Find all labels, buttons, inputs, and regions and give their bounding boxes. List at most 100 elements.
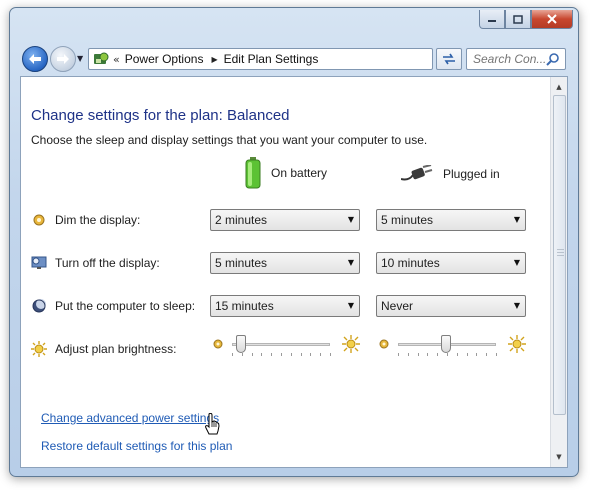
chevron-down-icon: ▼ [513, 215, 520, 224]
slider-tick [290, 353, 292, 356]
sleep-battery-select[interactable]: 15 minutes ▼ [210, 295, 360, 317]
hand-cursor-icon [205, 413, 220, 435]
slider-ticks [232, 353, 331, 356]
slider-tick [466, 353, 468, 356]
slider-ticks [398, 353, 497, 356]
slider-thumb[interactable] [235, 335, 246, 353]
search-icon[interactable] [546, 52, 560, 66]
page-title: Change settings for the plan: Balanced [31, 107, 290, 124]
turn-off-display-battery-value: 5 minutes [215, 256, 268, 270]
close-button[interactable] [531, 10, 573, 29]
dim-display-plugged-select[interactable]: 5 minutes ▼ [376, 209, 526, 231]
setting-row-turn-off-display: Turn off the display: [31, 251, 160, 275]
vertical-scrollbar[interactable]: ▲ ― ― ― ▼ [550, 77, 567, 467]
brightness-sun-icon [31, 341, 47, 357]
chevron-down-icon: ▼ [513, 258, 520, 267]
setting-row-brightness: Adjust plan brightness: [31, 337, 176, 361]
control-panel-icon [94, 52, 109, 64]
turn-off-display-plugged-select[interactable]: 10 minutes ▼ [376, 252, 526, 274]
recent-pages-dropdown[interactable]: ▼ [77, 54, 83, 63]
navigation-bar: ▼ « Power Options ▶ Edit Plan Settings [10, 44, 578, 74]
restore-defaults-link[interactable]: Restore default settings for this plan [41, 439, 232, 453]
breadcrumb-edit-plan[interactable]: Edit Plan Settings [224, 52, 319, 66]
sleep-moon-icon [31, 298, 47, 314]
address-bar[interactable]: « Power Options ▶ Edit Plan Settings [88, 48, 433, 70]
slider-tick [241, 353, 243, 356]
slider-tick [456, 353, 458, 356]
slider-tick [427, 353, 429, 356]
maximize-icon [513, 14, 523, 24]
slider-tick [300, 353, 302, 356]
arrow-left-icon [29, 54, 41, 64]
back-button[interactable] [22, 46, 48, 72]
slider-tick [261, 353, 263, 356]
slider-track[interactable] [232, 343, 330, 346]
slider-tick [271, 353, 273, 356]
control-panel-window: ▼ « Power Options ▶ Edit Plan Settings S… [9, 7, 579, 477]
slider-tick [486, 353, 488, 356]
content-pane: Change settings for the plan: Balanced C… [20, 76, 568, 468]
refresh-button[interactable] [436, 48, 462, 70]
minimize-icon [488, 20, 496, 22]
setting-row-dim-display: Dim the display: [31, 208, 140, 232]
brightness-label: Adjust plan brightness: [55, 342, 177, 356]
plugged-in-label: Plugged in [443, 167, 500, 181]
slider-tick [310, 353, 312, 356]
minimize-button[interactable] [479, 10, 505, 29]
column-on-battery: On battery [245, 157, 327, 189]
slider-tick [232, 353, 233, 356]
chevron-down-icon: ▼ [347, 215, 354, 224]
forward-button[interactable] [50, 46, 76, 72]
monitor-icon [31, 255, 47, 271]
dim-display-icon [31, 212, 47, 228]
grip-icon: ― ― ― [557, 246, 564, 259]
slider-tick [330, 353, 331, 356]
change-advanced-settings-link[interactable]: Change advanced power settings [41, 411, 219, 425]
chevron-down-icon: ▼ [347, 258, 354, 267]
search-box[interactable] [466, 48, 566, 70]
scroll-down-icon[interactable]: ▼ [551, 449, 567, 465]
slider-thumb[interactable] [441, 335, 452, 353]
dim-sun-icon [213, 339, 223, 349]
slider-tick [251, 353, 253, 356]
dim-display-label: Dim the display: [55, 213, 141, 227]
dim-display-plugged-value: 5 minutes [381, 213, 434, 227]
sleep-battery-value: 15 minutes [215, 299, 274, 313]
slider-tick [417, 353, 419, 356]
brightness-plugged-slider[interactable] [376, 334, 526, 356]
scrollbar-thumb[interactable]: ― ― ― [553, 95, 566, 415]
battery-icon [245, 157, 261, 189]
plug-icon [401, 165, 433, 181]
refresh-icon [443, 53, 455, 65]
dim-display-battery-value: 2 minutes [215, 213, 268, 227]
slider-tick [398, 353, 399, 356]
slider-tick [496, 353, 497, 356]
sleep-plugged-value: Never [381, 299, 414, 313]
chevron-down-icon: ▼ [513, 301, 520, 310]
on-battery-label: On battery [271, 166, 328, 180]
dim-sun-icon [379, 339, 389, 349]
slider-tick [447, 353, 448, 356]
setting-row-sleep: Put the computer to sleep: [31, 294, 195, 318]
breadcrumb-power-options[interactable]: Power Options [125, 52, 204, 66]
slider-tick [476, 353, 478, 356]
page-subtitle: Choose the sleep and display settings th… [31, 133, 428, 147]
sleep-plugged-select[interactable]: Never ▼ [376, 295, 526, 317]
slider-tick [407, 353, 409, 356]
turn-off-display-battery-select[interactable]: 5 minutes ▼ [210, 252, 360, 274]
dim-display-battery-select[interactable]: 2 minutes ▼ [210, 209, 360, 231]
bright-sun-icon [508, 335, 526, 353]
breadcrumb-overflow[interactable]: « [113, 53, 120, 66]
maximize-button[interactable] [505, 10, 531, 29]
column-plugged-in: Plugged in [401, 165, 500, 183]
brightness-battery-slider[interactable] [210, 334, 360, 356]
caption-buttons [479, 10, 573, 29]
sleep-label: Put the computer to sleep: [55, 299, 196, 313]
slider-tick [437, 353, 439, 356]
slider-tick [281, 353, 282, 356]
turn-off-display-label: Turn off the display: [55, 256, 160, 270]
arrow-right-icon [57, 54, 69, 64]
scroll-up-icon[interactable]: ▲ [551, 79, 567, 95]
chevron-right-icon[interactable]: ▶ [211, 55, 217, 64]
search-input[interactable] [473, 52, 545, 66]
